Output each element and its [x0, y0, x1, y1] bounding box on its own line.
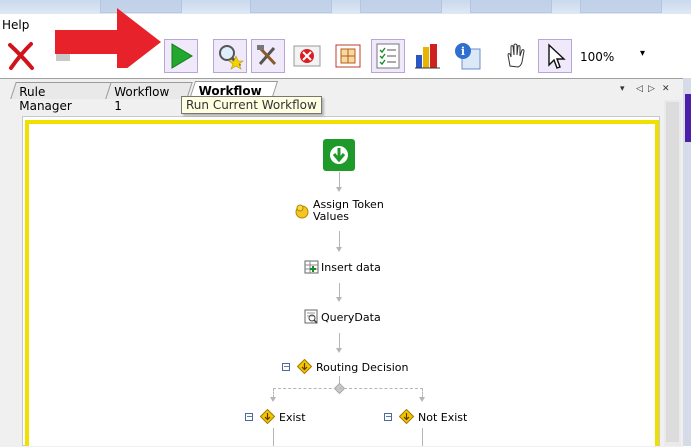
- connector-arrowhead: [336, 247, 342, 252]
- workflow-connector: [339, 283, 340, 298]
- zoom-level[interactable]: 100%: [580, 50, 614, 64]
- background-window-tab: [580, 0, 662, 13]
- routing-decision-node[interactable]: Routing Decision: [316, 361, 409, 374]
- stop-button[interactable]: [290, 39, 324, 73]
- collapse-exist-toggle[interactable]: −: [245, 413, 253, 421]
- pointer-icon: [548, 43, 566, 69]
- run-icon: [171, 43, 193, 69]
- delete-button[interactable]: [4, 39, 38, 73]
- branch-line: [273, 388, 423, 389]
- workflow-connector: [422, 428, 423, 446]
- connector-arrowhead: [336, 348, 342, 353]
- chart-button[interactable]: [411, 39, 445, 73]
- background-window-tab: [470, 0, 552, 13]
- workflow-connector: [339, 333, 340, 349]
- find-button[interactable]: [213, 39, 247, 73]
- decision-icon: [260, 409, 275, 424]
- tab-list-dropdown[interactable]: ▾: [620, 84, 625, 94]
- tab-scroll-left-button[interactable]: ◁: [636, 84, 643, 94]
- branch-exist-node[interactable]: Exist: [279, 411, 306, 424]
- insert-data-icon: [304, 260, 319, 274]
- checklist-button[interactable]: [371, 39, 405, 73]
- run-tooltip: Run Current Workflow: [181, 96, 322, 114]
- collapse-not-exist-toggle[interactable]: −: [384, 413, 392, 421]
- vertical-scrollbar[interactable]: [664, 100, 681, 446]
- table-button[interactable]: [331, 39, 365, 73]
- tab-close-button[interactable]: ✕: [662, 84, 670, 94]
- checklist-icon: [376, 43, 400, 69]
- connector-arrowhead: [336, 297, 342, 302]
- toolbar: i 100% ▾: [0, 8, 691, 78]
- workflow-connector: [339, 172, 340, 188]
- query-data-icon: [304, 309, 318, 324]
- workflow-connector: [273, 428, 274, 446]
- right-side-panel: [683, 78, 691, 446]
- pan-button[interactable]: [499, 39, 533, 73]
- zoom-dropdown[interactable]: ▾: [640, 48, 645, 59]
- branch-not-exist-node[interactable]: Not Exist: [418, 411, 467, 424]
- annotation-arrow-icon: [55, 8, 161, 68]
- svg-text:i: i: [461, 45, 465, 58]
- scrollbar-thumb[interactable]: [666, 102, 679, 442]
- start-node-icon[interactable]: [323, 139, 355, 171]
- run-workflow-button[interactable]: [164, 39, 198, 73]
- collapse-routing-toggle[interactable]: −: [282, 363, 290, 371]
- decision-icon: [399, 409, 414, 424]
- query-data-node[interactable]: QueryData: [321, 311, 381, 324]
- background-window-tab: [250, 0, 332, 13]
- tools-button[interactable]: [251, 39, 285, 73]
- pointer-button[interactable]: [538, 39, 572, 73]
- assign-token-node[interactable]: Assign Token Values: [313, 199, 384, 223]
- tools-icon: [257, 45, 277, 66]
- connector-arrowhead: [419, 397, 425, 402]
- chart-icon: [415, 44, 440, 69]
- pan-hand-icon: [507, 43, 525, 68]
- right-panel-accent: [685, 94, 691, 142]
- info-button[interactable]: i: [451, 39, 485, 73]
- delete-icon: [8, 42, 34, 70]
- find-icon: [219, 45, 244, 70]
- menu-help[interactable]: Help: [2, 18, 29, 32]
- table-icon: [335, 44, 361, 68]
- connector-arrowhead: [270, 397, 276, 402]
- connector-arrowhead: [336, 187, 342, 192]
- tab-rule-manager[interactable]: Rule Manager: [10, 82, 112, 113]
- workflow-connector: [339, 231, 340, 248]
- insert-data-node[interactable]: Insert data: [321, 261, 381, 274]
- tab-workflow-1[interactable]: Workflow 1: [105, 82, 193, 113]
- info-icon: i: [455, 43, 481, 70]
- token-icon: [295, 204, 309, 219]
- stop-icon: [293, 45, 321, 67]
- background-window-tab: [360, 0, 442, 13]
- decision-icon: [297, 359, 312, 374]
- tab-scroll-right-button[interactable]: ▷: [648, 84, 655, 94]
